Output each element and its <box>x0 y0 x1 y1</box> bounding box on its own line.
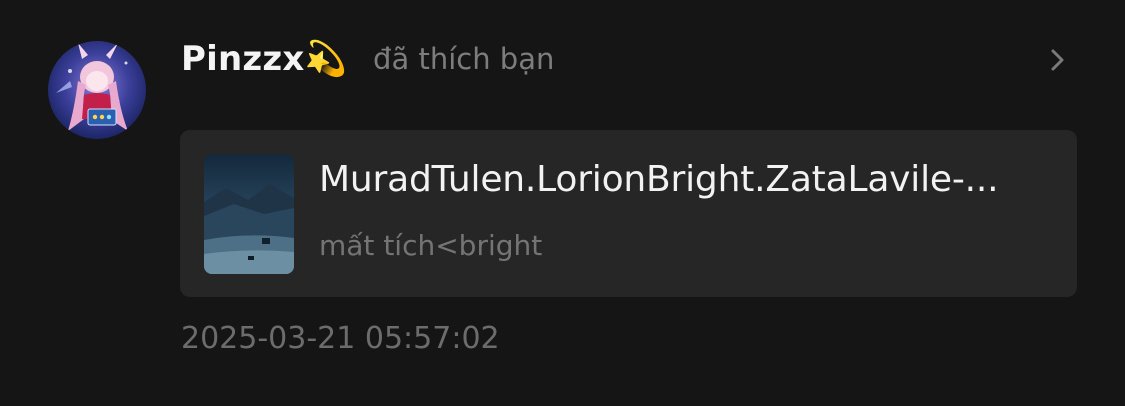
chevron-right-icon[interactable] <box>1044 44 1072 76</box>
avatar-image <box>48 41 146 139</box>
thumbnail-image <box>204 154 294 274</box>
notification-action-text: đã thích bạn <box>373 42 555 76</box>
liked-video-card[interactable]: MuradTulen.LorionBright.ZataLavile-... m… <box>180 130 1077 297</box>
notification-header: Pinzzx💫 đã thích bạn <box>181 33 554 85</box>
avatar[interactable] <box>48 41 146 139</box>
video-title: MuradTulen.LorionBright.ZataLavile-... <box>319 159 999 200</box>
video-subtitle: mất tích<bright <box>319 229 543 262</box>
username-emoji: 💫 <box>304 39 348 79</box>
notification-timestamp: 2025-03-21 05:57:02 <box>181 321 500 356</box>
username-link[interactable]: Pinzzx💫 <box>181 39 347 79</box>
username-text: Pinzzx <box>181 39 305 79</box>
video-thumbnail[interactable] <box>204 154 294 274</box>
notification-row[interactable]: Pinzzx💫 đã thích bạn MuradTulen.LorionBr… <box>0 0 1125 406</box>
